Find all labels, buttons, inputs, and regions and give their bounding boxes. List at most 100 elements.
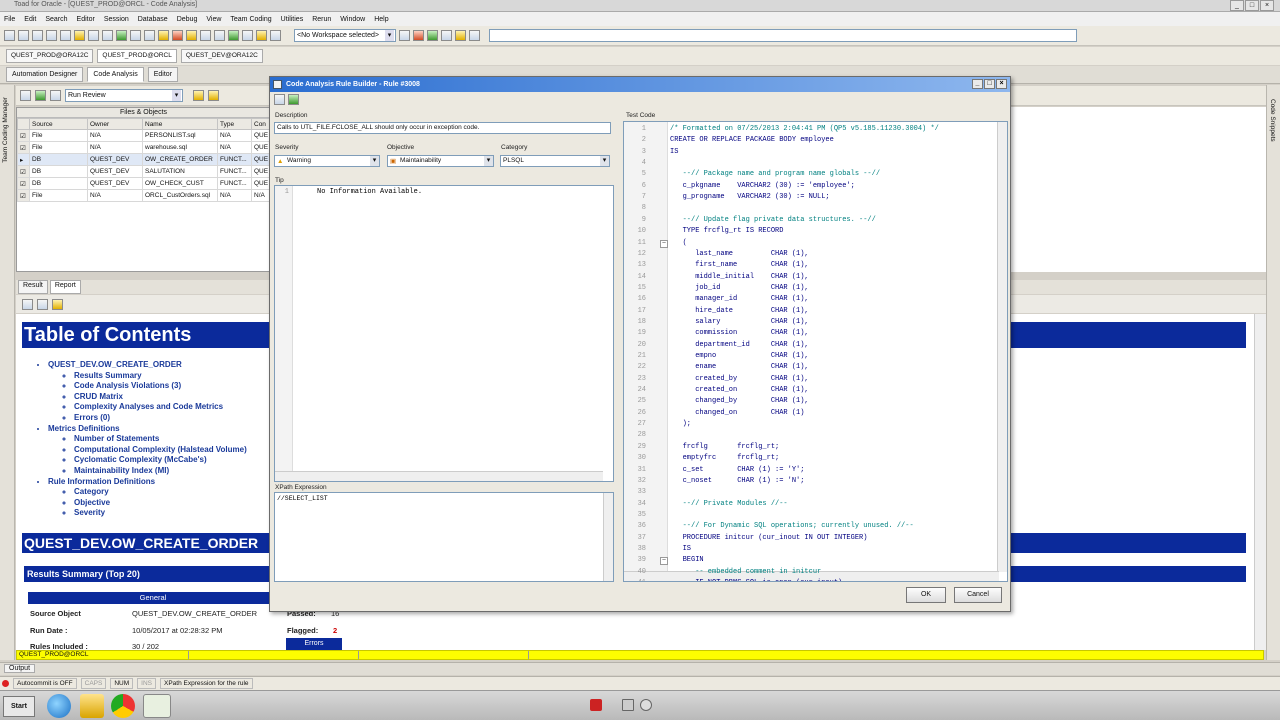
toc-subitem[interactable]: Cyclomatic Complexity (McCabe's) (74, 455, 247, 466)
column-header-source[interactable]: Source (29, 118, 88, 130)
code-vscroll[interactable] (997, 122, 1007, 572)
sql-editor-icon[interactable] (46, 30, 57, 41)
toc-link[interactable]: Rule Information Definitions (48, 477, 155, 486)
toc-subitem[interactable]: Maintainability Index (MI) (74, 466, 247, 477)
workspace-save-icon[interactable] (399, 30, 410, 41)
toc-item[interactable]: Metrics Definitions Number of Statements… (48, 424, 247, 477)
open-icon[interactable] (18, 30, 29, 41)
connection-tab-2[interactable]: QUEST_PROD@ORCL (97, 49, 177, 63)
run-review-select[interactable]: Run Review (65, 89, 183, 102)
column-header-connection[interactable]: Con (251, 118, 270, 130)
menu-utilities[interactable]: Utilities (281, 16, 304, 23)
menu-session[interactable]: Session (104, 16, 129, 23)
connection-tab-1[interactable]: QUEST_PROD@ORA12C (6, 49, 94, 63)
report-home-icon[interactable] (52, 298, 63, 310)
tip-hscroll[interactable] (275, 471, 603, 481)
table-row[interactable]: ☑ DB QUEST_DEV SALUTATION FUNCT... QUE (17, 165, 270, 178)
minimize-button[interactable]: _ (1230, 0, 1244, 11)
workspace-hat-icon[interactable] (469, 30, 480, 41)
description-field[interactable]: Calls to UTL_FILE.FCLOSE_ALL should only… (274, 122, 611, 134)
test-code-editor[interactable]: 1 /* Formatted on 07/25/2013 2:04:41 PM (… (623, 121, 1008, 582)
column-header-name[interactable]: Name (142, 118, 218, 130)
table-row-selected[interactable]: ▸ DB QUEST_DEV OW_CREATE_ORDER FUNCT... … (17, 153, 270, 166)
close-button[interactable]: × (1260, 0, 1274, 11)
back-icon[interactable] (20, 90, 31, 101)
save-icon[interactable] (32, 30, 43, 41)
autocommit-status[interactable]: Autocommit is OFF (13, 678, 77, 689)
row-select-checkbox[interactable]: ☑ (17, 165, 30, 178)
menu-file[interactable]: File (4, 16, 15, 23)
schema-browser-icon[interactable] (60, 30, 71, 41)
ok-button[interactable]: OK (906, 587, 946, 603)
severity-select[interactable]: ▲ Warning (274, 155, 380, 167)
toc-subitem[interactable]: Severity (74, 508, 247, 519)
toc-subitem[interactable]: Complexity Analyses and Code Metrics (74, 402, 247, 413)
toc-subitem[interactable]: Objective (74, 498, 247, 509)
bulb-icon[interactable] (186, 30, 197, 41)
internet-explorer-icon[interactable] (47, 694, 71, 718)
toc-subitem[interactable]: Errors (0) (74, 413, 247, 424)
table-icon[interactable] (102, 30, 113, 41)
menu-debug[interactable]: Debug (177, 16, 198, 23)
column-header-owner[interactable]: Owner (87, 118, 143, 130)
toad-icon[interactable] (143, 694, 171, 718)
table-row[interactable]: ☑ File N/A PERSONLIST.sql N/A QUE (17, 129, 270, 142)
tray-monitor-icon[interactable] (622, 699, 634, 711)
menu-window[interactable]: Window (340, 16, 365, 23)
menu-search[interactable]: Search (45, 16, 67, 23)
tray-network-icon[interactable] (640, 699, 652, 711)
maximize-button[interactable]: □ (1245, 0, 1259, 11)
menu-view[interactable]: View (206, 16, 221, 23)
open-folder-icon[interactable] (193, 90, 204, 101)
fold-toggle-icon[interactable]: − (660, 557, 668, 566)
toc-subitem[interactable]: Category (74, 487, 247, 498)
dialog-validate-icon[interactable] (288, 94, 299, 105)
execute-icon[interactable] (116, 30, 127, 41)
objective-select[interactable]: ▣ Maintainability (387, 155, 494, 167)
menu-database[interactable]: Database (138, 16, 168, 23)
team-coding-manager-tab[interactable]: Team Coding Manager (2, 97, 9, 163)
xpath-vscroll[interactable] (603, 493, 613, 581)
star-icon[interactable] (256, 30, 267, 41)
toc-link[interactable]: Metrics Definitions (48, 424, 120, 433)
refresh-icon[interactable] (228, 30, 239, 41)
toc-subitem[interactable]: Code Analysis Violations (3) (74, 381, 247, 392)
save-folder-icon[interactable] (208, 90, 219, 101)
code-snippets-tab[interactable]: Code Snippets (1269, 99, 1276, 142)
row-select-checkbox[interactable]: ☑ (17, 129, 30, 142)
tab-output[interactable]: Output (4, 664, 36, 673)
tab-code-analysis[interactable]: Code Analysis (87, 67, 144, 82)
toc-subitem[interactable]: Number of Statements (74, 434, 247, 445)
cancel-button[interactable]: Cancel (954, 587, 1002, 603)
row-select-checkbox[interactable]: ☑ (17, 177, 30, 190)
start-button[interactable]: Start (3, 696, 35, 717)
compare-icon[interactable] (200, 30, 211, 41)
lock-icon[interactable] (158, 30, 169, 41)
dialog-minimize-button[interactable]: _ (972, 79, 983, 89)
filter-icon[interactable] (144, 30, 155, 41)
explain-icon[interactable] (130, 30, 141, 41)
report-back-icon[interactable] (22, 298, 33, 310)
column-header-type[interactable]: Type (217, 118, 252, 130)
table-row[interactable]: ☑ File N/A warehouse.sql N/A QUE (17, 141, 270, 154)
tab-report[interactable]: Report (49, 280, 81, 294)
search-box[interactable] (489, 29, 1077, 42)
workspace-open-icon[interactable] (427, 30, 438, 41)
report-icon[interactable] (214, 30, 225, 41)
menu-editor[interactable]: Editor (77, 16, 95, 23)
dialog-close-button[interactable]: × (996, 79, 1007, 89)
dialog-save-icon[interactable] (274, 94, 285, 105)
tip-editor[interactable]: 1 No Information Available. (274, 185, 614, 482)
workspace-folder-icon[interactable] (455, 30, 466, 41)
table-row[interactable]: ☑ DB QUEST_DEV OW_CHECK_CUST FUNCT... QU… (17, 177, 270, 190)
export-icon[interactable] (270, 30, 281, 41)
toc-link[interactable]: QUEST_DEV.OW_CREATE_ORDER (48, 360, 182, 369)
xpath-editor[interactable]: //SELECT_LIST (274, 492, 614, 582)
tab-result[interactable]: Result (18, 280, 48, 294)
run-icon[interactable] (35, 90, 46, 101)
file-explorer-icon[interactable] (80, 694, 104, 718)
toc-subitem[interactable]: Results Summary (74, 371, 247, 382)
workspace-config-icon[interactable] (441, 30, 452, 41)
menu-rerun[interactable]: Rerun (312, 16, 331, 23)
toc-subitem[interactable]: CRUD Matrix (74, 392, 247, 403)
